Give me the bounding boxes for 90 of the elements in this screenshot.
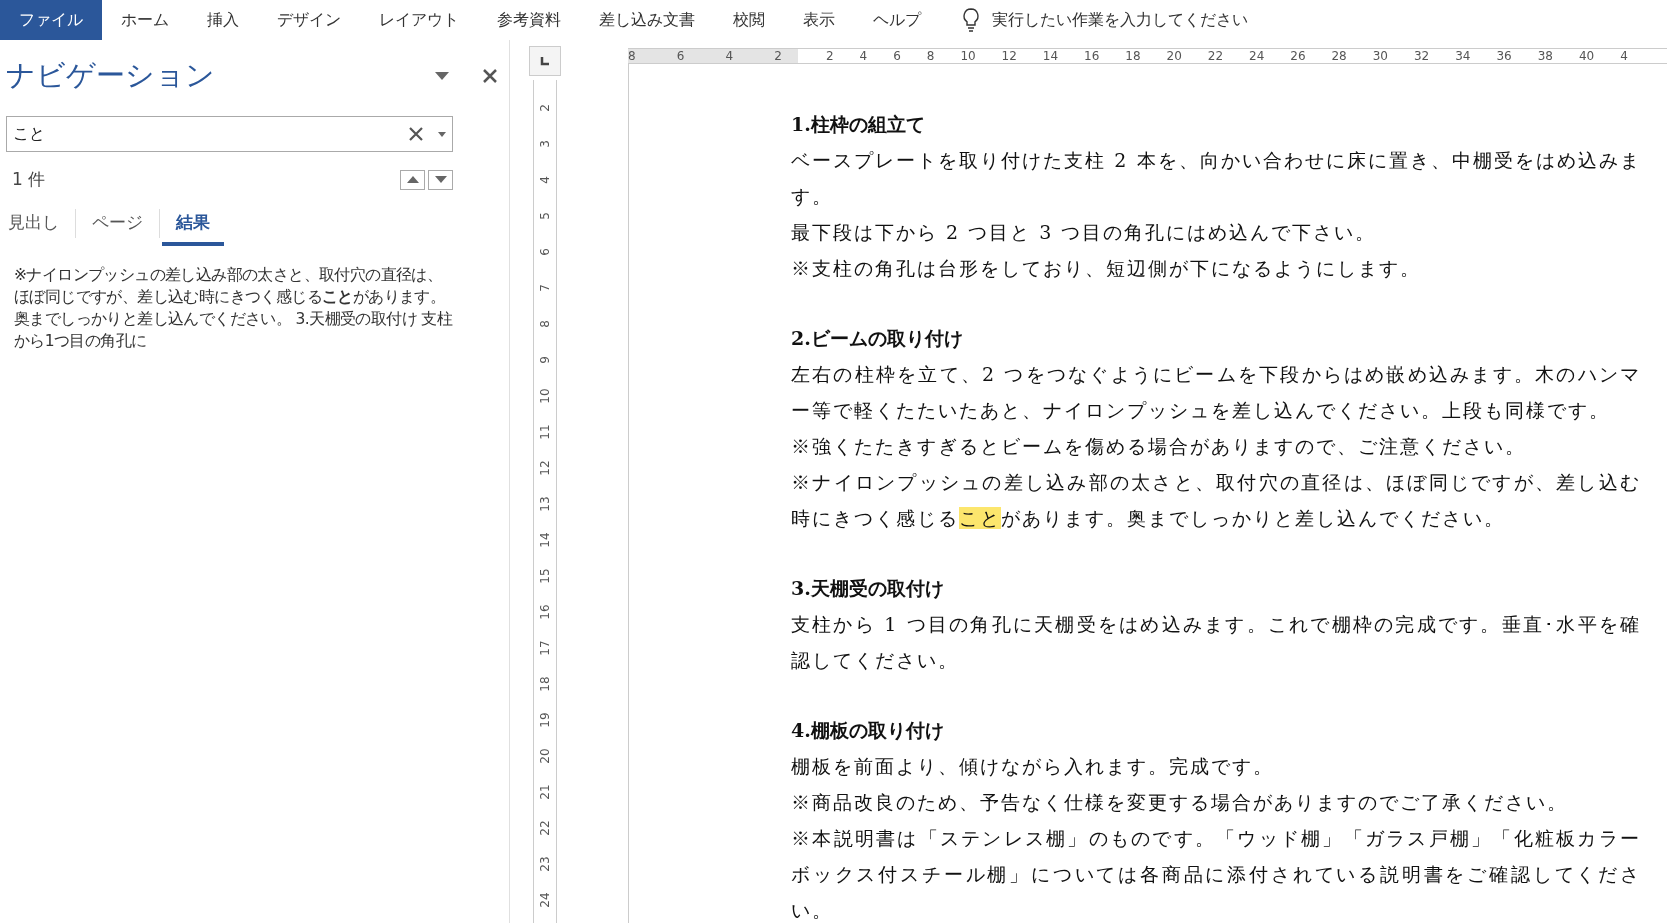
body-paragraph: ※商品改良のため、予告なく仕様を変更する場合がありますのでご了承ください。 [791, 790, 1569, 815]
ruler-number: 13 [537, 495, 553, 514]
ruler-number: 11 [537, 423, 553, 442]
ruler-number: 17 [537, 639, 553, 658]
ruler-number: 21 [537, 783, 553, 802]
ruler-number: 4 [1620, 49, 1628, 63]
ruler-number: 40 [1578, 49, 1595, 63]
ruler-number: 8 [537, 319, 553, 330]
menu-tab[interactable]: 校閲 [714, 0, 784, 40]
body-paragraph: ※本説明書は「ステンレス棚」のものです。「ウッド棚」「ガラス戸棚」「化粧板カラーボックス付スチール棚」については各商品に添付されている説明書をご確認してください。 [791, 826, 1641, 923]
pane-title: ナビゲーション [6, 57, 216, 94]
ruler-number: 8 [926, 49, 935, 63]
ruler-number: 4 [725, 49, 734, 63]
ruler-number: 20 [537, 747, 553, 766]
down-triangle-icon [434, 176, 447, 183]
ruler-number: 2 [826, 49, 834, 63]
ruler-number: 22 [537, 819, 553, 838]
menu-tab[interactable]: 参考資料 [478, 0, 580, 40]
ruler-number: 14 [1042, 49, 1059, 63]
ruler-number: 16 [1084, 49, 1100, 63]
ruler-number: 18 [1125, 49, 1141, 63]
section-heading: 1.柱枠の組立て [791, 112, 926, 137]
section-heading: 4.棚板の取り付け [791, 718, 945, 743]
ruler-number: 23 [537, 855, 553, 874]
menu-tab[interactable]: デザイン [258, 0, 360, 40]
up-triangle-icon [406, 176, 419, 183]
tell-me-field[interactable]: 実行したい作業を入力してください [992, 9, 1248, 31]
pane-tab[interactable]: 見出し [6, 205, 73, 246]
body-paragraph: 最下段は下から 2 つ目と 3 つ目の角孔にはめ込んで下さい。 [791, 220, 1378, 245]
ruler-number: 19 [537, 711, 553, 730]
tab-selector-button[interactable] [529, 46, 561, 76]
body-paragraph: ※ナイロンプッシュの差し込み部の太さと、取付穴の直径は、ほぼ同じですが、差し込む時にきつく感じる こと があります。奥までしっかりと差し込んでください。 [791, 470, 1641, 531]
ruler-number: 12 [537, 459, 553, 478]
ruler-number: 30 [1372, 49, 1388, 63]
ruler-number: 2 [537, 103, 553, 114]
ruler-number: 7 [537, 283, 553, 294]
lightbulb-icon [962, 8, 980, 32]
ruler-number: 14 [537, 531, 553, 550]
ruler-number: 6 [676, 49, 685, 63]
result-count: 1 件 [12, 168, 47, 191]
ruler-number: 28 [1331, 49, 1347, 63]
ruler-number: 22 [1207, 49, 1224, 63]
ruler-number: 2 [774, 49, 782, 63]
body-paragraph: ※支柱の角孔は台形をしており、短辺側が下になるようにします。 [791, 256, 1422, 281]
section-heading: 3.天棚受の取付け [791, 576, 945, 601]
ruler-number: 4 [537, 175, 553, 186]
menu-tab[interactable]: 表示 [784, 0, 854, 40]
ruler-number: 10 [537, 387, 553, 406]
ruler-number: 6 [893, 49, 901, 63]
ruler-number: 32 [1413, 49, 1430, 63]
ruler-number: 10 [960, 49, 976, 63]
ruler-number: 24 [1249, 49, 1265, 63]
body-paragraph: ※強くたたきすぎるとビームを傷める場合がありますので、ご注意ください。 [791, 434, 1527, 459]
clear-icon[interactable] [408, 126, 424, 142]
search-highlight: こと [959, 507, 1001, 529]
ruler-number: 24 [537, 891, 553, 910]
menu-tab[interactable]: 差し込み文書 [580, 0, 714, 40]
body-paragraph: 棚板を前面より、傾けながら入れます。完成です。 [791, 754, 1275, 779]
body-paragraph: 支柱から 1 つ目の角孔に天棚受をはめ込みます。これで棚枠の完成です。垂直･水平を確認してください。 [791, 612, 1641, 673]
ruler-number: 34 [1455, 49, 1471, 63]
caret-icon[interactable] [438, 131, 446, 137]
next-result-button[interactable] [428, 169, 453, 190]
pane-tab[interactable]: ページ [78, 205, 157, 246]
ruler-number: 9 [537, 355, 553, 366]
ruler-number: 18 [537, 675, 553, 694]
ruler-number: 8 [628, 49, 636, 63]
ruler-number: 16 [537, 603, 553, 622]
ruler-number: 26 [1290, 49, 1306, 63]
menu-tab[interactable]: レイアウト [360, 0, 478, 40]
section-heading: 2.ビームの取り付け [791, 326, 964, 351]
search-result[interactable]: ※ナイロンプッシュの差し込み部の太さと、取付穴の直径は、ほぼ同じですが、差し込む時にきつく感じることがあります。奥までしっかりと差し込んでください。 3.天棚受の取付け 支柱から1つ目の角孔に [14, 264, 453, 352]
menu-tab[interactable]: ヘルプ [854, 0, 940, 40]
ruler-number: 38 [1537, 49, 1553, 63]
left-tab-icon [540, 56, 550, 66]
search-field[interactable]: こと [6, 116, 453, 152]
ruler-number: 5 [537, 211, 553, 222]
ruler-number: 36 [1496, 49, 1512, 63]
ruler-number: 4 [859, 49, 868, 63]
ruler-number: 12 [1001, 49, 1017, 63]
menu-tab[interactable]: ファイル [0, 0, 102, 40]
ruler-number: 3 [537, 139, 553, 150]
pane-tab[interactable]: 結果 [162, 205, 224, 246]
body-paragraph: ベースプレートを取り付けた支柱 2 本を、向かい合わせに床に置き、中棚受をはめ込みます。 [791, 148, 1641, 209]
ruler-number: 6 [537, 247, 553, 258]
previous-result-button[interactable] [400, 169, 425, 190]
body-paragraph: 左右の柱枠を立て、2 つをつなぐようにビームを下段からはめ嵌め込みます。木のハンマー等で軽くたたいたあと、ナイロンプッシュを差し込んでください。上段も同様です。 [791, 362, 1641, 423]
menu-tab[interactable]: 挿入 [188, 0, 258, 40]
menu-tab[interactable]: ホーム [102, 0, 188, 40]
ruler-number: 15 [537, 567, 553, 586]
ruler-number: 20 [1166, 49, 1182, 63]
